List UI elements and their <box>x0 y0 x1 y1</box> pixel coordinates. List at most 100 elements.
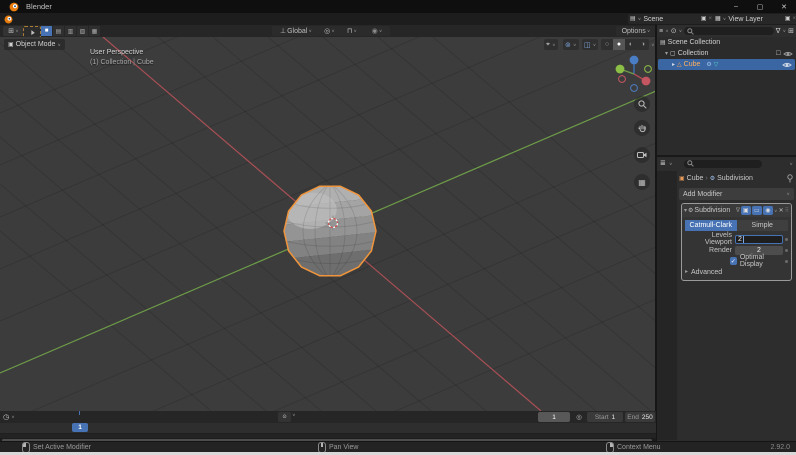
shading-rendered-icon[interactable]: ◑ <box>637 39 649 50</box>
properties-editor: ≣ ∨ ∨ ▣ Cube › ⚙ Subdivision Add Modifier… <box>657 157 796 440</box>
eye-icon[interactable] <box>783 50 793 58</box>
frame-end-field[interactable]: End 250 <box>625 412 655 422</box>
unlink-scene-icon[interactable]: × <box>708 16 712 22</box>
navigation-gizmo[interactable] <box>610 50 655 98</box>
overlays-dropdown[interactable]: ⊚ ∨ <box>563 39 579 50</box>
hand-icon <box>637 124 646 132</box>
overlays-icon: ⊚ <box>565 41 571 49</box>
levels-viewport-row: Levels Viewport 2 <box>685 232 788 246</box>
topbar: ▤ ∨ Scene ▣ × ▦ ∨ View Layer ▣ × <box>0 13 796 25</box>
outliner-row-scene-collection[interactable]: ▤ Scene Collection <box>657 37 796 48</box>
pivot-point-dropdown[interactable]: ◎ ∨ <box>319 26 340 36</box>
pin-icon[interactable] <box>786 174 794 183</box>
outliner-display-mode-icon[interactable]: ≡ <box>659 28 663 35</box>
subdivided-cube-mesh[interactable] <box>282 183 378 279</box>
modifier-extras-caret[interactable]: ∨ <box>774 208 778 213</box>
auto-keying-button[interactable]: ⊙ <box>278 412 291 422</box>
proportional-editing-dropdown[interactable]: ◉ ∨ <box>364 26 390 36</box>
catmull-clark-button[interactable]: Catmull-Clark <box>685 220 737 231</box>
current-frame-marker[interactable]: 1 <box>72 423 88 432</box>
magnifier-icon <box>637 99 647 109</box>
timeline-ruler[interactable]: 1 <box>0 423 656 434</box>
select-mode-extend[interactable]: ▤ <box>53 26 64 36</box>
funnel-filter-icon[interactable]: ∇ <box>776 28 781 35</box>
unlink-view-layer-icon[interactable]: × <box>792 16 796 22</box>
view-name-overlay: User Perspective <box>90 49 144 56</box>
shading-solid-icon[interactable]: ● <box>613 39 625 50</box>
select-mode-subtract[interactable]: ▥ <box>65 26 76 36</box>
show-edit-mode-icon[interactable]: ▣ <box>740 206 751 215</box>
titlebar: Blender – ▢ ✕ <box>0 0 796 13</box>
delete-modifier-icon[interactable]: ✕ <box>779 208 784 214</box>
current-frame-field[interactable]: 1 <box>538 412 570 422</box>
expand-arrow-icon[interactable]: ▾ <box>665 51 668 57</box>
outliner-filter-icon[interactable]: ⊙ <box>671 28 677 35</box>
expand-arrow-icon[interactable]: ▸ <box>672 62 675 68</box>
outliner-row-cube[interactable]: ▸ △ Cube ⚙ ▽ <box>658 59 795 70</box>
search-icon <box>687 27 695 35</box>
tool-settings-bar: ⊞ ∨ ▲ ■ ▤ ▥ ▧ ▦ ⊥ Global ∨ ◎ ∨ ⊓ ∨ ◉ ∨ Optio… <box>0 25 656 38</box>
show-viewport-icon[interactable]: ▭ <box>751 206 762 215</box>
simple-button[interactable]: Simple <box>736 220 788 231</box>
add-modifier-dropdown[interactable]: Add Modifier ∨ <box>679 188 794 200</box>
outliner-row-collection[interactable]: ▾ ▢ Collection ☐ <box>657 48 796 59</box>
properties-search-input[interactable] <box>683 159 762 168</box>
view-layer-selector[interactable]: ▦ ∨ View Layer ▣ × <box>713 14 796 24</box>
mesh-object-icon: △ <box>677 61 682 68</box>
snap-magnet-icon: ⊓ <box>346 28 353 35</box>
pan-button[interactable] <box>634 120 650 136</box>
properties-editor-icon[interactable]: ≣ <box>660 160 666 167</box>
outliner-search-input[interactable] <box>684 27 774 35</box>
blender-menu-icon[interactable] <box>4 15 13 24</box>
camera-view-button[interactable] <box>634 147 650 163</box>
shading-wireframe-icon[interactable]: ○ <box>601 39 613 50</box>
gizmos-dropdown[interactable]: ⌖ ∨ <box>544 39 558 50</box>
animate-dot[interactable] <box>785 248 788 252</box>
viewport-canvas[interactable]: ▣ Object Mode ∨ ⌖ ∨ ⊚ ∨ ◫ ∨ ○ ● ◐ ◑ ∨ User … <box>0 37 655 411</box>
drag-handle-icon[interactable]: ⠿ <box>785 208 789 214</box>
select-mode-new[interactable]: ■ <box>41 26 52 36</box>
modifier-name-field[interactable]: Subdivision <box>694 207 734 214</box>
select-mode-intersect[interactable]: ▦ <box>89 26 100 36</box>
breadcrumb-object[interactable]: Cube <box>687 175 704 182</box>
select-mode-invert[interactable]: ▧ <box>77 26 88 36</box>
breadcrumb-modifier[interactable]: Subdivision <box>717 175 753 182</box>
outliner: ≡ ∨ ⊙ ∨ ∇ ∨ ⊞ ▤ Scene Collection ▾ ▢ Collec… <box>657 25 796 156</box>
show-on-cage-icon[interactable]: ∇ <box>736 208 740 214</box>
minimize-button[interactable]: – <box>724 0 748 13</box>
xray-dropdown[interactable]: ◫ ∨ <box>582 39 599 50</box>
levels-viewport-field[interactable]: 2 <box>735 234 783 244</box>
playhead-line <box>79 411 80 415</box>
animate-dot[interactable] <box>785 259 788 263</box>
keying-extras-caret[interactable]: ∨ <box>292 413 296 421</box>
animate-dot[interactable] <box>785 237 788 241</box>
eye-icon[interactable] <box>782 61 792 69</box>
editor-type-viewport-button[interactable]: ⊞ ∨ <box>3 26 24 36</box>
timeline-editor-icon[interactable]: ◷ <box>3 414 9 421</box>
collection-icon: ▢ <box>670 50 676 57</box>
advanced-label: Advanced <box>691 268 723 276</box>
show-render-icon[interactable]: ◉ <box>762 206 773 215</box>
zoom-button[interactable] <box>634 96 650 112</box>
new-scene-icon[interactable]: ▣ <box>701 16 707 22</box>
scene-selector[interactable]: ▤ ∨ Scene ▣ × <box>628 14 714 24</box>
mode-dropdown[interactable]: ▣ Object Mode ∨ <box>4 39 66 50</box>
options-dropdown[interactable]: Options ∨ <box>616 26 656 36</box>
new-view-layer-icon[interactable]: ▣ <box>785 16 791 22</box>
exclude-checkbox-icon[interactable]: ☐ <box>776 51 781 57</box>
transform-orientation-dropdown[interactable]: ⊥ Global ∨ <box>272 26 320 36</box>
keying-set-icon[interactable]: ◎ <box>573 412 585 422</box>
snap-dropdown[interactable]: ⊓ ∨ <box>339 26 365 36</box>
new-collection-icon[interactable]: ⊞ <box>788 28 794 35</box>
properties-options-caret[interactable]: ∨ <box>789 161 793 166</box>
ortho-toggle-button[interactable]: ▦ <box>634 174 650 190</box>
maximize-button[interactable]: ▢ <box>748 0 772 13</box>
advanced-section[interactable]: ▸ Advanced <box>685 267 788 277</box>
shading-material-icon[interactable]: ◐ <box>625 39 637 50</box>
optimal-display-checkbox[interactable]: ✓ <box>729 257 737 265</box>
orientation-icon: ⊥ <box>279 28 287 35</box>
timeline-header: ◷ ∨ ⊙ ∨ 1 ◎ Start 1 End 250 <box>0 411 656 423</box>
frame-start-field[interactable]: Start 1 <box>587 412 623 422</box>
expand-panel-icon[interactable]: ▾ <box>684 208 687 214</box>
close-button[interactable]: ✕ <box>772 0 796 13</box>
